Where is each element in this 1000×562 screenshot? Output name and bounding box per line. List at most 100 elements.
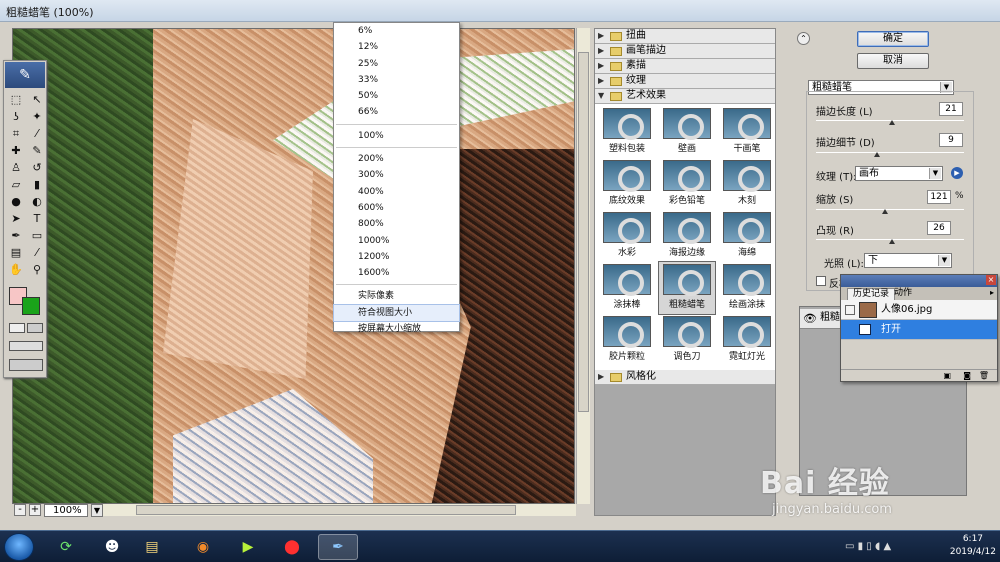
quick-mask-icon[interactable]: [27, 323, 43, 333]
tab-history[interactable]: 历史记录: [847, 288, 896, 300]
filter-thumbnail[interactable]: 粗糙蜡笔: [658, 261, 716, 315]
screen-mode-icon[interactable]: [9, 341, 43, 351]
relief-field[interactable]: 26: [927, 221, 951, 235]
category-collapsed[interactable]: ▶ 纹理: [595, 74, 775, 89]
filter-thumbnail[interactable]: 调色刀: [659, 314, 715, 366]
preview-canvas[interactable]: [12, 28, 575, 504]
relief-knob[interactable]: [889, 239, 895, 244]
path-select-icon[interactable]: ➤: [7, 212, 25, 226]
filter-thumbnail[interactable]: 水彩: [599, 210, 655, 262]
pen-tool-icon[interactable]: ✒: [7, 229, 25, 243]
filter-thumbnail[interactable]: 壁画: [659, 106, 715, 158]
filter-thumbnail[interactable]: 海报边缘: [659, 210, 715, 262]
scale-slider[interactable]: [816, 209, 964, 210]
category-collapsed[interactable]: ▶ 素描: [595, 59, 775, 74]
history-brush-source-icon[interactable]: [845, 305, 855, 315]
move-tool-icon[interactable]: ↖: [28, 93, 46, 107]
dodge-tool-icon[interactable]: ◐: [28, 195, 46, 209]
zoom-menu-item[interactable]: 25%: [334, 56, 459, 72]
tray-clock[interactable]: 6:17 2019/4/12: [950, 533, 996, 559]
zoom-menu-item[interactable]: 12%: [334, 39, 459, 55]
category-open[interactable]: ▼ 艺术效果: [595, 89, 775, 104]
scroll-thumb[interactable]: [136, 505, 516, 515]
stamp-tool-icon[interactable]: ♙: [7, 161, 25, 175]
eye-icon[interactable]: 👁: [803, 310, 817, 328]
zoom-menu-item[interactable]: 100%: [334, 128, 459, 144]
zoom-menu-item[interactable]: 400%: [334, 184, 459, 200]
filter-thumbnail[interactable]: 底纹效果: [599, 158, 655, 210]
healing-brush-icon[interactable]: ✚: [7, 144, 25, 158]
zoom-dropdown-button[interactable]: ▼: [91, 503, 103, 517]
start-button[interactable]: [4, 533, 34, 561]
app-firefox-icon[interactable]: ◉: [183, 534, 223, 560]
eraser-tool-icon[interactable]: ▱: [7, 178, 25, 192]
filter-thumbnail[interactable]: 塑料包装: [599, 106, 655, 158]
history-panel-titlebar[interactable]: ×: [841, 275, 997, 287]
jump-to-imageready-icon[interactable]: [9, 359, 43, 371]
new-document-icon[interactable]: ▣: [943, 371, 951, 380]
scroll-thumb[interactable]: [578, 52, 589, 412]
stroke-detail-knob[interactable]: [874, 152, 880, 157]
hand-tool-icon[interactable]: ✋: [7, 263, 25, 277]
zoom-value[interactable]: 100%: [44, 503, 88, 517]
type-tool-icon[interactable]: T: [28, 212, 46, 226]
zoom-menu-item[interactable]: 800%: [334, 216, 459, 232]
zoom-menu-item[interactable]: 按屏幕大小缩放: [334, 321, 459, 337]
history-step-row[interactable]: 打开: [841, 320, 997, 340]
blur-tool-icon[interactable]: ●: [7, 195, 25, 209]
zoom-out-button[interactable]: -: [14, 504, 26, 516]
app-360-icon[interactable]: ⟳: [46, 534, 86, 560]
magic-wand-icon[interactable]: ✦: [28, 110, 46, 124]
gradient-tool-icon[interactable]: ▮: [28, 178, 46, 192]
tray-icons[interactable]: ▭ ▮ ▯ ◖ ▲: [845, 541, 891, 552]
marquee-tool-icon[interactable]: ⬚: [7, 93, 25, 107]
shape-tool-icon[interactable]: ▭: [28, 229, 46, 243]
tab-actions[interactable]: 动作: [889, 288, 917, 300]
scale-field[interactable]: 121: [927, 190, 951, 204]
filter-thumbnail[interactable]: 海绵: [719, 210, 775, 262]
panel-menu-icon[interactable]: ▸: [990, 288, 994, 297]
eyedropper-icon[interactable]: ⁄: [28, 246, 46, 260]
category-collapsed[interactable]: ▶ 画笔描边: [595, 44, 775, 59]
filter-thumbnail[interactable]: 彩色铅笔: [659, 158, 715, 210]
invert-checkbox[interactable]: [816, 276, 826, 286]
crop-tool-icon[interactable]: ⌗: [7, 127, 25, 141]
preview-vertical-scrollbar[interactable]: [576, 28, 590, 504]
app-qq-icon[interactable]: ☻: [92, 534, 132, 560]
standard-mode-icon[interactable]: [9, 323, 25, 333]
zoom-menu-item[interactable]: 66%: [334, 104, 459, 120]
zoom-menu-item[interactable]: 符合视图大小: [333, 303, 460, 323]
stroke-detail-slider[interactable]: [816, 152, 964, 153]
zoom-menu-item[interactable]: 1000%: [334, 233, 459, 249]
zoom-menu-item[interactable]: 33%: [334, 72, 459, 88]
zoom-menu-item[interactable]: 1600%: [334, 265, 459, 281]
filter-thumbnail[interactable]: 胶片颗粒: [599, 314, 655, 366]
zoom-menu-item[interactable]: 6%: [334, 23, 459, 39]
app-video-icon[interactable]: ▶: [228, 534, 268, 560]
stroke-detail-field[interactable]: 9: [939, 133, 963, 147]
brush-tool-icon[interactable]: ✎: [28, 144, 46, 158]
zoom-menu-item[interactable]: 50%: [334, 88, 459, 104]
filter-thumbnail[interactable]: 木刻: [719, 158, 775, 210]
zoom-menu-item[interactable]: 300%: [334, 167, 459, 183]
zoom-menu-item[interactable]: 实际像素: [334, 288, 459, 304]
zoom-menu-item[interactable]: 600%: [334, 200, 459, 216]
collapse-gallery-button[interactable]: ⌃: [797, 32, 810, 45]
filter-thumbnail[interactable]: 涂抹棒: [599, 262, 655, 314]
zoom-menu-item[interactable]: 1200%: [334, 249, 459, 265]
history-snapshot-row[interactable]: 人像06.jpg: [841, 300, 997, 320]
trash-icon[interactable]: 🗑: [979, 371, 989, 380]
stroke-length-knob[interactable]: [889, 120, 895, 125]
filter-thumbnail[interactable]: 干画笔: [719, 106, 775, 158]
app-recorder-icon[interactable]: ⬤: [272, 534, 312, 560]
app-photoshop-icon[interactable]: ✒: [318, 534, 358, 560]
light-select[interactable]: 下 ▼: [864, 253, 952, 268]
lasso-tool-icon[interactable]: ʖ: [7, 110, 25, 124]
close-icon[interactable]: ×: [986, 275, 996, 285]
category-collapsed[interactable]: ▶ 扭曲: [595, 29, 775, 44]
scale-knob[interactable]: [882, 209, 888, 214]
zoom-menu-item[interactable]: 200%: [334, 151, 459, 167]
background-color-swatch[interactable]: [22, 297, 40, 315]
stroke-length-field[interactable]: 21: [939, 102, 963, 116]
ok-button[interactable]: 确定: [857, 31, 929, 47]
